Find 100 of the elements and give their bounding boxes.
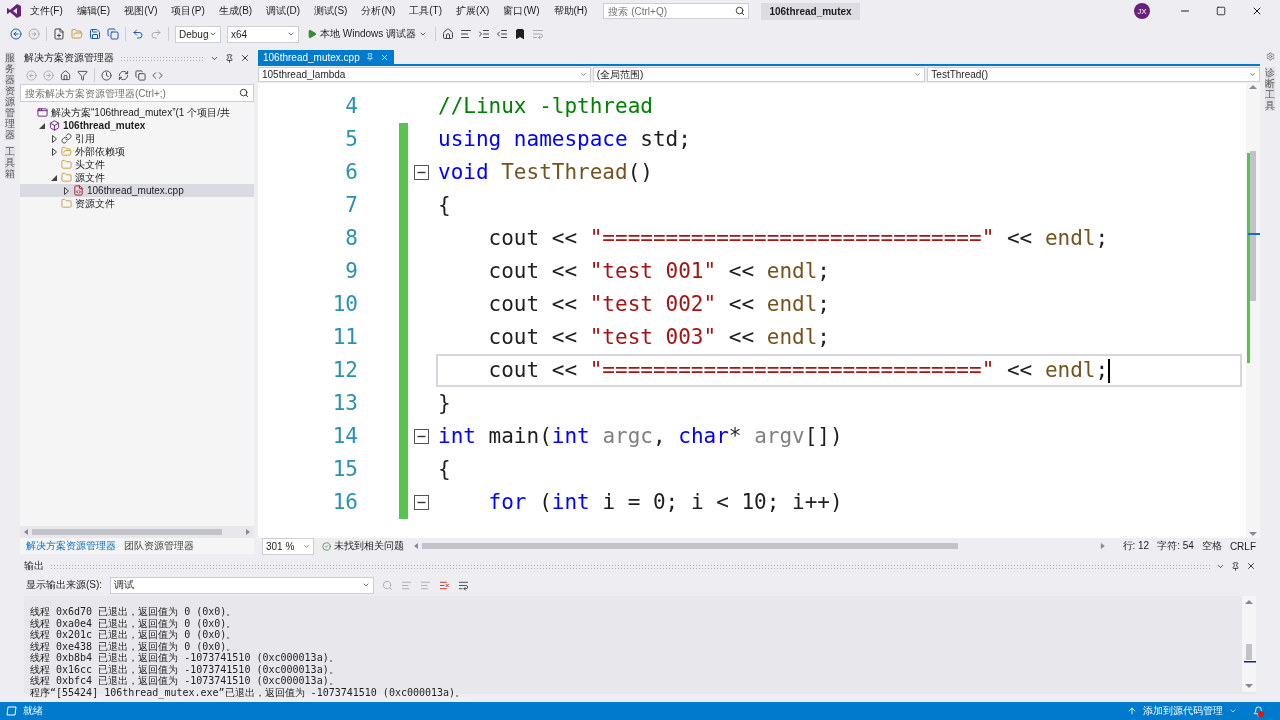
code-icon[interactable]	[152, 69, 163, 81]
menu-item[interactable]: 项目(P)	[165, 2, 211, 20]
expand-arrow-icon[interactable]	[51, 147, 57, 156]
search-field[interactable]: 搜索解决方案资源管理器(Ctrl+;)	[20, 84, 254, 102]
indent-icon[interactable]	[478, 28, 491, 40]
output-line: 线程 0x16cc 已退出，返回值为 -1073741510 (0xc000013a)。	[30, 663, 340, 675]
logo-icon	[6, 3, 22, 19]
panel-tab[interactable]: 团队资源管理器	[121, 538, 197, 554]
outdent-icon[interactable]	[496, 28, 509, 40]
collapse-arrow-icon[interactable]	[39, 122, 45, 129]
user-avatar[interactable]: JX	[1134, 3, 1150, 19]
collapse-arrow-icon[interactable]	[51, 174, 57, 181]
tree-item[interactable]: 头文件	[20, 158, 254, 171]
collapse-toggle[interactable]	[414, 495, 429, 510]
output-source-dropdown[interactable]: 调试	[110, 576, 375, 594]
undo-icon[interactable]	[132, 28, 144, 40]
menu-item[interactable]: 窗口(W)	[497, 2, 546, 20]
collapse-toggle[interactable]	[414, 429, 429, 444]
navigation-dropdown[interactable]: 105thread_lambda	[258, 67, 591, 82]
tree-item[interactable]: 106thread_mutex.cpp	[20, 184, 254, 197]
menu-item[interactable]: 编辑(E)	[70, 2, 117, 20]
menu-item[interactable]: 文件(F)	[24, 2, 69, 20]
horizontal-scrollbar[interactable]	[20, 526, 254, 538]
menu-item[interactable]: 视图(V)	[118, 2, 164, 20]
caret-icon[interactable]	[1229, 707, 1237, 715]
close-icon[interactable]	[1251, 5, 1263, 17]
copy-icon[interactable]	[107, 28, 119, 40]
search-field[interactable]: 搜索 (Ctrl+Q)	[603, 3, 750, 19]
tree-item[interactable]: 资源文件	[20, 197, 254, 210]
close-icon[interactable]	[240, 53, 250, 63]
clear-list-icon[interactable]	[439, 579, 451, 591]
new-file-icon[interactable]	[53, 28, 65, 40]
menu-item[interactable]: 帮助(H)	[547, 2, 594, 20]
side-tab[interactable]: 服务器资源管理器	[5, 52, 15, 140]
maximize-icon[interactable]	[1216, 6, 1226, 16]
line-number: 16	[331, 489, 358, 516]
vertical-scrollbar[interactable]	[1242, 596, 1256, 692]
source-control-link[interactable]: 添加到源代码管理	[1143, 704, 1223, 718]
side-tab[interactable]: 诊断工具	[1265, 67, 1275, 111]
menu-item[interactable]: 分析(N)	[355, 2, 402, 20]
line-number: 5	[344, 126, 358, 153]
vertical-scrollbar[interactable]	[1246, 83, 1260, 538]
tree-item[interactable]: 外部依赖项	[20, 145, 254, 158]
search-icon	[735, 6, 746, 16]
code-line: //Linux -lpthread	[437, 93, 654, 120]
tree-item[interactable]: 引用	[20, 132, 254, 145]
caret-icon	[362, 581, 371, 589]
save-icon[interactable]	[89, 28, 101, 40]
pin-icon[interactable]	[225, 53, 234, 63]
output-line: 程序“[55424] 106thread_mutex.exe”已退出，返回值为 -1073741510 (0xc000013a)。	[30, 686, 467, 698]
status-text: 空格	[1201, 539, 1222, 553]
line-number: 12	[331, 357, 358, 384]
menu-item[interactable]: 调试(D)	[260, 2, 307, 20]
line-number: 15	[331, 456, 358, 483]
home-icon[interactable]	[442, 28, 455, 40]
caret-icon	[1249, 71, 1256, 78]
editor-tab[interactable]: 106thread_mutex.cpp	[258, 50, 394, 64]
tree-item[interactable]: 源文件	[20, 171, 254, 184]
output-line: 线程 0xb8b4 已退出，返回值为 -1073741510 (0xc000013a)。	[30, 652, 340, 664]
pin-icon[interactable]	[1231, 561, 1240, 571]
tree-item[interactable]: 106thread_mutex	[20, 119, 254, 132]
menu-item[interactable]: 生成(B)	[212, 2, 259, 20]
caret-icon	[579, 71, 587, 78]
code-line: {	[437, 456, 452, 483]
run-button[interactable]: 本地 Windows 调试器	[305, 27, 430, 41]
menu-item[interactable]: 测试(S)	[308, 2, 354, 20]
navigation-dropdown[interactable]: TestThread()	[927, 67, 1260, 82]
settings-icon[interactable]	[1265, 52, 1275, 61]
output-line: 线程 0xe438 已退出，返回值为 0 (0x0)。	[30, 640, 238, 652]
folder-icon	[61, 146, 72, 157]
code-line: cout << "==============================" << endl;	[487, 225, 1110, 252]
folder-icon	[61, 159, 72, 170]
up-arrow-icon[interactable]	[1127, 706, 1137, 716]
wrap-text-icon[interactable]	[458, 579, 470, 591]
clock-icon[interactable]	[101, 69, 112, 81]
home-icon[interactable]	[60, 69, 71, 81]
expand-arrow-icon[interactable]	[51, 134, 57, 143]
align-left-icon[interactable]	[460, 28, 473, 40]
menu-item[interactable]: 扩展(X)	[450, 2, 496, 20]
side-tab[interactable]: 工具箱	[5, 146, 15, 179]
collapse-toggle[interactable]	[414, 165, 429, 180]
line-number: 9	[344, 258, 358, 285]
pin-icon[interactable]	[365, 53, 374, 61]
caret-icon	[302, 542, 310, 550]
menu-item[interactable]: 工具(T)	[403, 2, 449, 20]
back-icon[interactable]	[10, 28, 22, 40]
bookmark-icon[interactable]	[514, 28, 527, 40]
platform-dropdown[interactable]: x64	[227, 25, 299, 43]
filter-icon[interactable]	[77, 69, 88, 81]
refresh-icon[interactable]	[118, 69, 129, 81]
line-number: 6	[344, 159, 358, 186]
configuration-dropdown[interactable]: Debug	[175, 25, 221, 43]
bell-icon[interactable]	[1253, 705, 1264, 717]
navigation-dropdown[interactable]: (全局范围)	[592, 67, 926, 82]
close-icon[interactable]	[1246, 561, 1256, 571]
issues-status[interactable]: 未找到相关问题	[333, 539, 404, 553]
panel-tab[interactable]: 解决方案资源管理器	[23, 538, 119, 554]
tree-item[interactable]: 解决方案“106thread_mutex”(1 个项目/共	[20, 106, 254, 119]
expand-arrow-icon[interactable]	[63, 186, 69, 195]
copy-icon[interactable]	[135, 69, 146, 81]
